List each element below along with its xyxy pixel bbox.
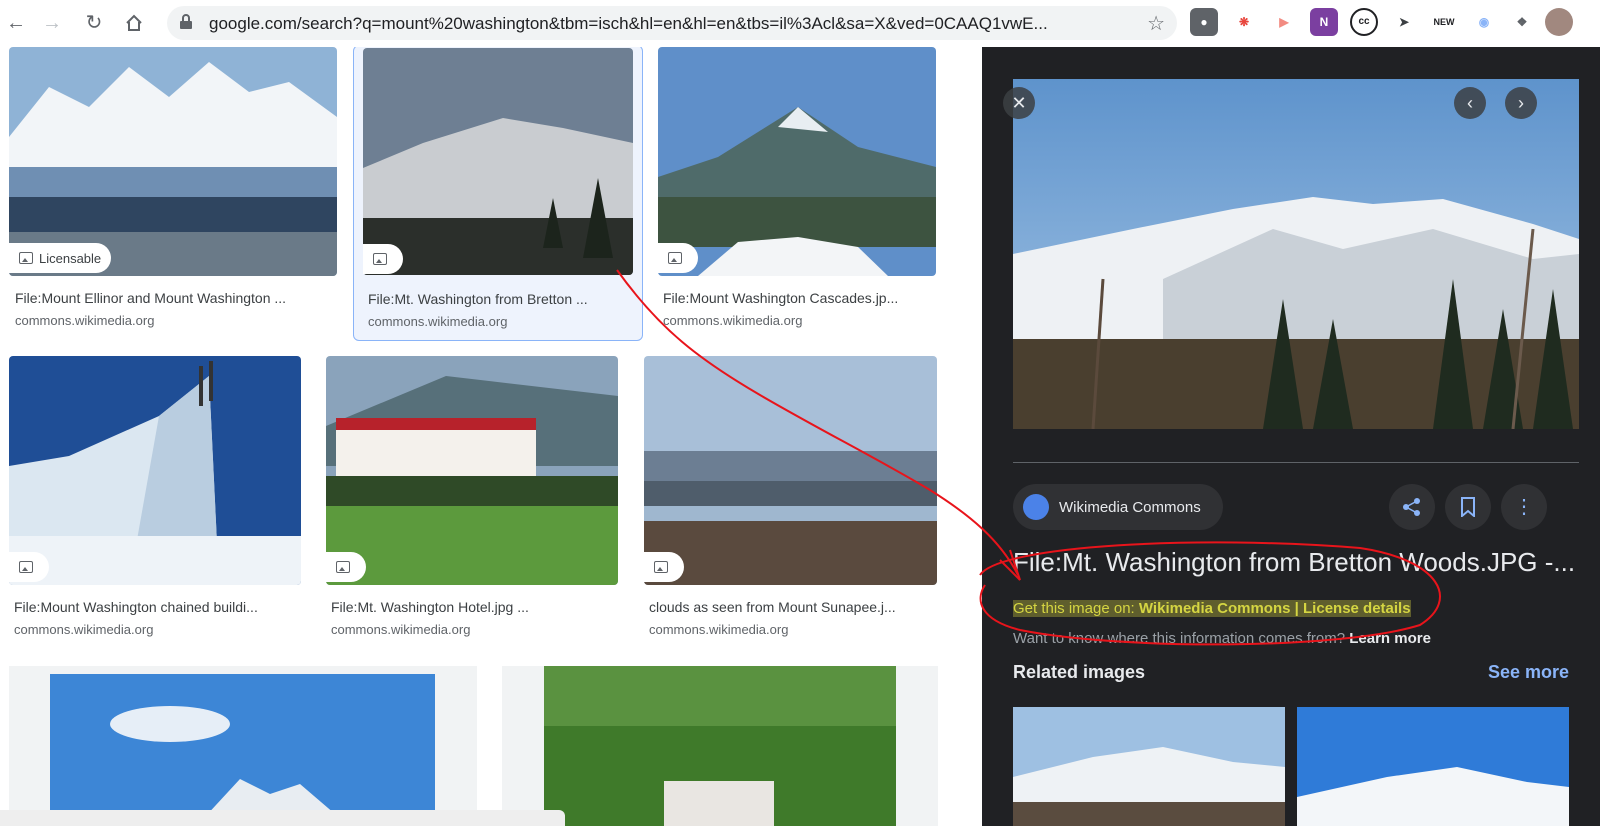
license-details-link[interactable]: License details	[1303, 600, 1411, 617]
share-icon[interactable]	[1389, 484, 1435, 530]
result-thumbnail[interactable]	[644, 356, 937, 585]
globe-icon	[1023, 494, 1049, 520]
image-badge	[363, 244, 403, 274]
result-card[interactable]: File:Mt. Washington Hotel.jpg ... common…	[326, 356, 618, 646]
related-image[interactable]	[1297, 707, 1569, 826]
image-badge	[9, 552, 49, 582]
reload-icon[interactable]: ↻	[80, 9, 108, 37]
source-chip[interactable]: Wikimedia Commons	[1013, 484, 1223, 530]
result-card[interactable]: clouds as seen from Mount Sunapee.j... c…	[644, 356, 938, 646]
result-thumbnail[interactable]	[544, 666, 896, 826]
bookmark-icon[interactable]	[1445, 484, 1491, 530]
result-title[interactable]: clouds as seen from Mount Sunapee.j...	[649, 599, 929, 615]
related-images-heading: Related images	[1013, 662, 1146, 682]
learn-more-link[interactable]: Learn more	[1349, 630, 1431, 647]
back-arrow-icon[interactable]: ←	[2, 9, 30, 37]
result-thumbnail[interactable]	[50, 674, 435, 826]
licensable-badge: Licensable	[9, 243, 112, 273]
result-title[interactable]: File:Mt. Washington from Bretton ...	[368, 291, 628, 307]
divider	[1013, 462, 1579, 463]
image-badge	[326, 552, 366, 582]
related-image[interactable]	[1013, 707, 1285, 826]
image-results-grid: Licensable File:Mount Ellinor and Mount …	[0, 47, 982, 826]
result-card[interactable]: Licensable File:Mount Ellinor and Mount …	[9, 47, 337, 337]
extensions-bar: ● ❋ ▶ N cc ➤ NEW ◉ ❖	[1190, 8, 1590, 38]
result-title[interactable]: File:Mt. Washington Hotel.jpg ...	[331, 599, 611, 615]
source-name: Wikimedia Commons	[1059, 498, 1201, 516]
extension-new-icon[interactable]: NEW	[1430, 8, 1458, 36]
close-icon[interactable]: ✕	[1003, 87, 1035, 119]
get-source-link[interactable]: Wikimedia Commons	[1139, 600, 1291, 617]
result-thumbnail[interactable]	[658, 47, 936, 276]
get-image-line: Get this image on: Wikimedia Commons | L…	[1013, 600, 1411, 617]
result-source[interactable]: commons.wikimedia.org	[663, 313, 802, 328]
image-badge	[658, 243, 698, 273]
extension-play-icon[interactable]: ▶	[1270, 8, 1298, 36]
result-source[interactable]: commons.wikimedia.org	[14, 622, 153, 637]
result-source[interactable]: commons.wikimedia.org	[15, 313, 154, 328]
badge-label: Licensable	[39, 250, 102, 266]
image-icon	[668, 252, 682, 264]
result-source[interactable]: commons.wikimedia.org	[331, 622, 470, 637]
status-bar	[0, 810, 565, 826]
result-thumbnail[interactable]	[363, 48, 633, 275]
result-card[interactable]	[502, 666, 938, 826]
result-card[interactable]	[9, 666, 477, 826]
result-thumbnail[interactable]	[326, 356, 618, 585]
forward-arrow-icon[interactable]: →	[38, 9, 66, 37]
result-card-selected[interactable]: File:Mt. Washington from Bretton ... com…	[353, 47, 643, 341]
image-icon	[336, 561, 350, 573]
image-icon	[654, 561, 668, 573]
see-more-link[interactable]: See more	[1488, 662, 1569, 683]
extension-cc-icon[interactable]: cc	[1350, 8, 1378, 36]
info-text: Want to know where this information come…	[1013, 630, 1350, 647]
image-icon	[19, 561, 33, 573]
image-title[interactable]: File:Mt. Washington from Bretton Woods.J…	[1013, 547, 1579, 578]
url-text: google.com/search?q=mount%20washington&t…	[209, 14, 1048, 33]
bookmark-star-icon[interactable]: ☆	[1147, 11, 1165, 36]
browser-toolbar: ← → ↻ google.com/search?q=mount%20washin…	[0, 0, 1600, 48]
address-bar[interactable]: google.com/search?q=mount%20washington&t…	[167, 6, 1177, 40]
lock-icon	[179, 14, 197, 32]
result-thumbnail[interactable]	[9, 356, 301, 585]
image-icon	[373, 253, 387, 265]
result-source[interactable]: commons.wikimedia.org	[368, 314, 507, 329]
extension-onenote-icon[interactable]: N	[1310, 8, 1338, 36]
result-thumbnail[interactable]	[9, 47, 337, 276]
preview-image[interactable]	[1013, 79, 1579, 429]
previous-chevron-icon[interactable]: ‹	[1454, 87, 1486, 119]
info-line: Want to know where this information come…	[1013, 630, 1431, 647]
result-card[interactable]: File:Mount Washington chained buildi... …	[9, 356, 301, 646]
next-chevron-icon[interactable]: ›	[1505, 87, 1537, 119]
image-badge	[644, 552, 684, 582]
result-title[interactable]: File:Mount Ellinor and Mount Washington …	[15, 290, 330, 306]
extension-rocket-icon[interactable]: ➤	[1390, 8, 1418, 36]
result-source[interactable]: commons.wikimedia.org	[649, 622, 788, 637]
extension-bulb-icon[interactable]: ●	[1190, 8, 1218, 36]
home-icon[interactable]	[120, 9, 148, 37]
profile-avatar[interactable]	[1545, 8, 1573, 36]
result-title[interactable]: File:Mount Washington chained buildi...	[14, 599, 294, 615]
extensions-puzzle-icon[interactable]: ❖	[1508, 8, 1536, 36]
extension-swirl-icon[interactable]: ❋	[1230, 8, 1258, 36]
result-title[interactable]: File:Mount Washington Cascades.jp...	[663, 290, 931, 306]
get-prefix: Get this image on:	[1013, 600, 1139, 617]
result-card[interactable]: File:Mount Washington Cascades.jp... com…	[658, 47, 938, 337]
extension-circle-icon[interactable]: ◉	[1470, 8, 1498, 36]
image-icon	[19, 252, 33, 264]
separator: |	[1290, 600, 1304, 617]
more-options-icon[interactable]: ⋮	[1501, 484, 1547, 530]
image-preview-panel: ✕ ‹ › Wikimedia Commons ⋮ File:Mt. Washi…	[982, 47, 1600, 826]
